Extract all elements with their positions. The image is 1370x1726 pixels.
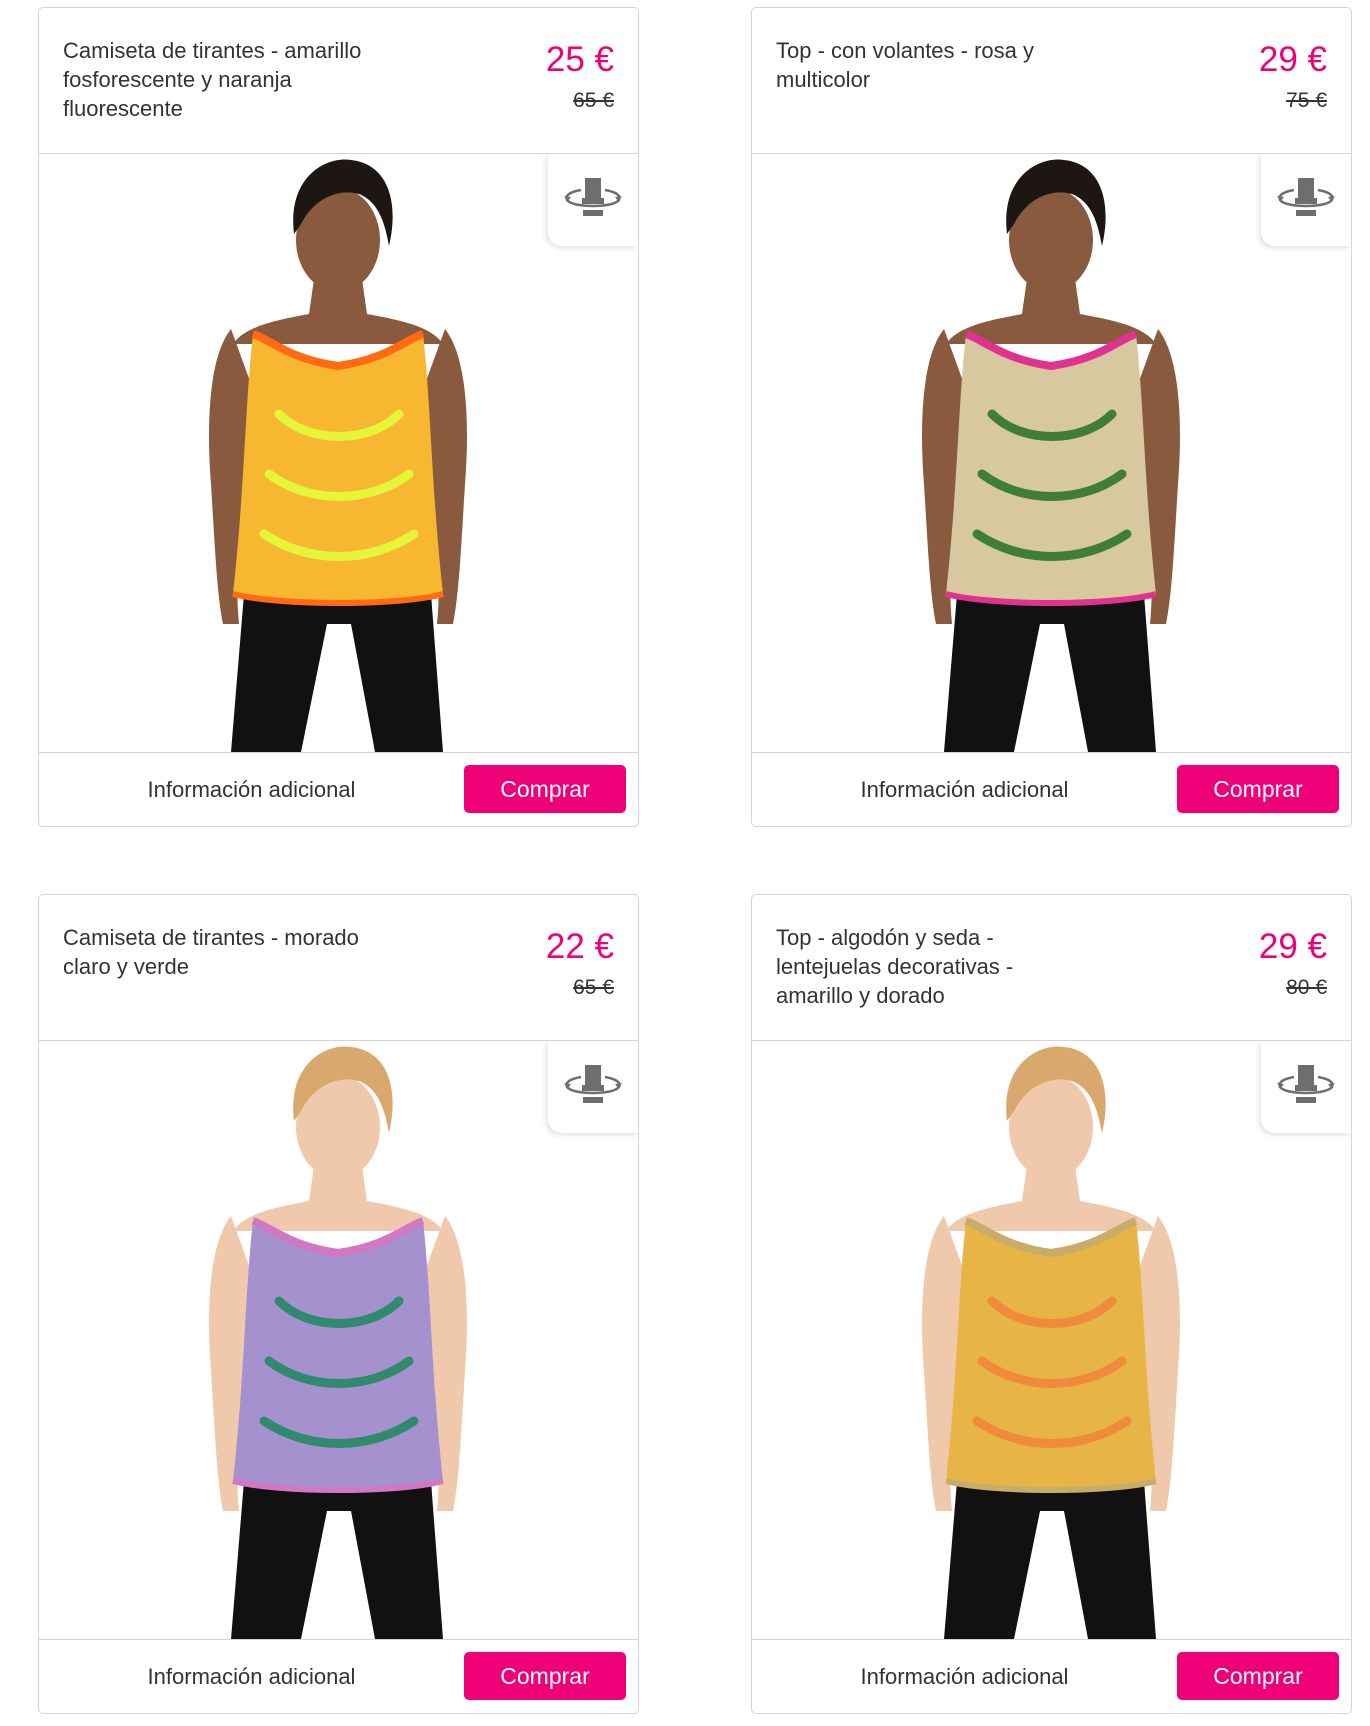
product-image[interactable] (39, 1041, 638, 1639)
product-footer: Información adicional Comprar (752, 1639, 1351, 1713)
product-card: Camiseta de tirantes - morado claro y ve… (38, 894, 639, 1714)
product-footer: Información adicional Comprar (39, 752, 638, 826)
product-old-price: 65 € (573, 89, 614, 112)
rotate-view-button[interactable] (548, 154, 638, 246)
product-title[interactable]: Top - con volantes - rosa y multicolor (776, 36, 1076, 94)
product-price: 29 € (1258, 927, 1327, 966)
product-old-price: 75 € (1286, 89, 1327, 112)
product-title[interactable]: Camiseta de tirantes - amarillo fosfores… (63, 36, 363, 123)
buy-button[interactable]: Comprar (1177, 765, 1339, 813)
model-orange-tank-top (209, 159, 467, 752)
model-purple-green-tank-top (209, 1046, 467, 1639)
product-header: Top - algodón y seda - lentejuelas decor… (752, 895, 1351, 1041)
360-rotate-icon (1277, 178, 1335, 216)
360-rotate-icon (1277, 1065, 1335, 1103)
additional-info-link[interactable]: Información adicional (39, 753, 464, 826)
model-multicolor-ruffle-top (922, 159, 1180, 752)
product-footer: Información adicional Comprar (752, 752, 1351, 826)
360-rotate-icon (564, 1065, 622, 1103)
product-card: Top - con volantes - rosa y multicolor 2… (751, 7, 1352, 827)
product-price: 29 € (1258, 40, 1327, 79)
product-title[interactable]: Camiseta de tirantes - morado claro y ve… (63, 923, 363, 981)
product-image[interactable] (752, 154, 1351, 752)
rotate-view-button[interactable] (548, 1041, 638, 1133)
product-header: Top - con volantes - rosa y multicolor 2… (752, 8, 1351, 154)
rotate-view-button[interactable] (1261, 154, 1351, 246)
product-image[interactable] (752, 1041, 1351, 1639)
product-price: 25 € (545, 40, 614, 79)
product-price: 22 € (545, 927, 614, 966)
model-yellow-gold-sequin-top (922, 1046, 1180, 1639)
product-old-price: 80 € (1286, 976, 1327, 999)
additional-info-link[interactable]: Información adicional (752, 1640, 1177, 1713)
buy-button[interactable]: Comprar (464, 765, 626, 813)
rotate-view-button[interactable] (1261, 1041, 1351, 1133)
product-header: Camiseta de tirantes - morado claro y ve… (39, 895, 638, 1041)
product-header: Camiseta de tirantes - amarillo fosfores… (39, 8, 638, 154)
product-card: Camiseta de tirantes - amarillo fosfores… (38, 7, 639, 827)
product-old-price: 65 € (573, 976, 614, 999)
buy-button[interactable]: Comprar (1177, 1652, 1339, 1700)
product-title[interactable]: Top - algodón y seda - lentejuelas decor… (776, 923, 1076, 1010)
product-card: Top - algodón y seda - lentejuelas decor… (751, 894, 1352, 1714)
additional-info-link[interactable]: Información adicional (752, 753, 1177, 826)
product-image[interactable] (39, 154, 638, 752)
buy-button[interactable]: Comprar (464, 1652, 626, 1700)
360-rotate-icon (564, 178, 622, 216)
additional-info-link[interactable]: Información adicional (39, 1640, 464, 1713)
product-footer: Información adicional Comprar (39, 1639, 638, 1713)
